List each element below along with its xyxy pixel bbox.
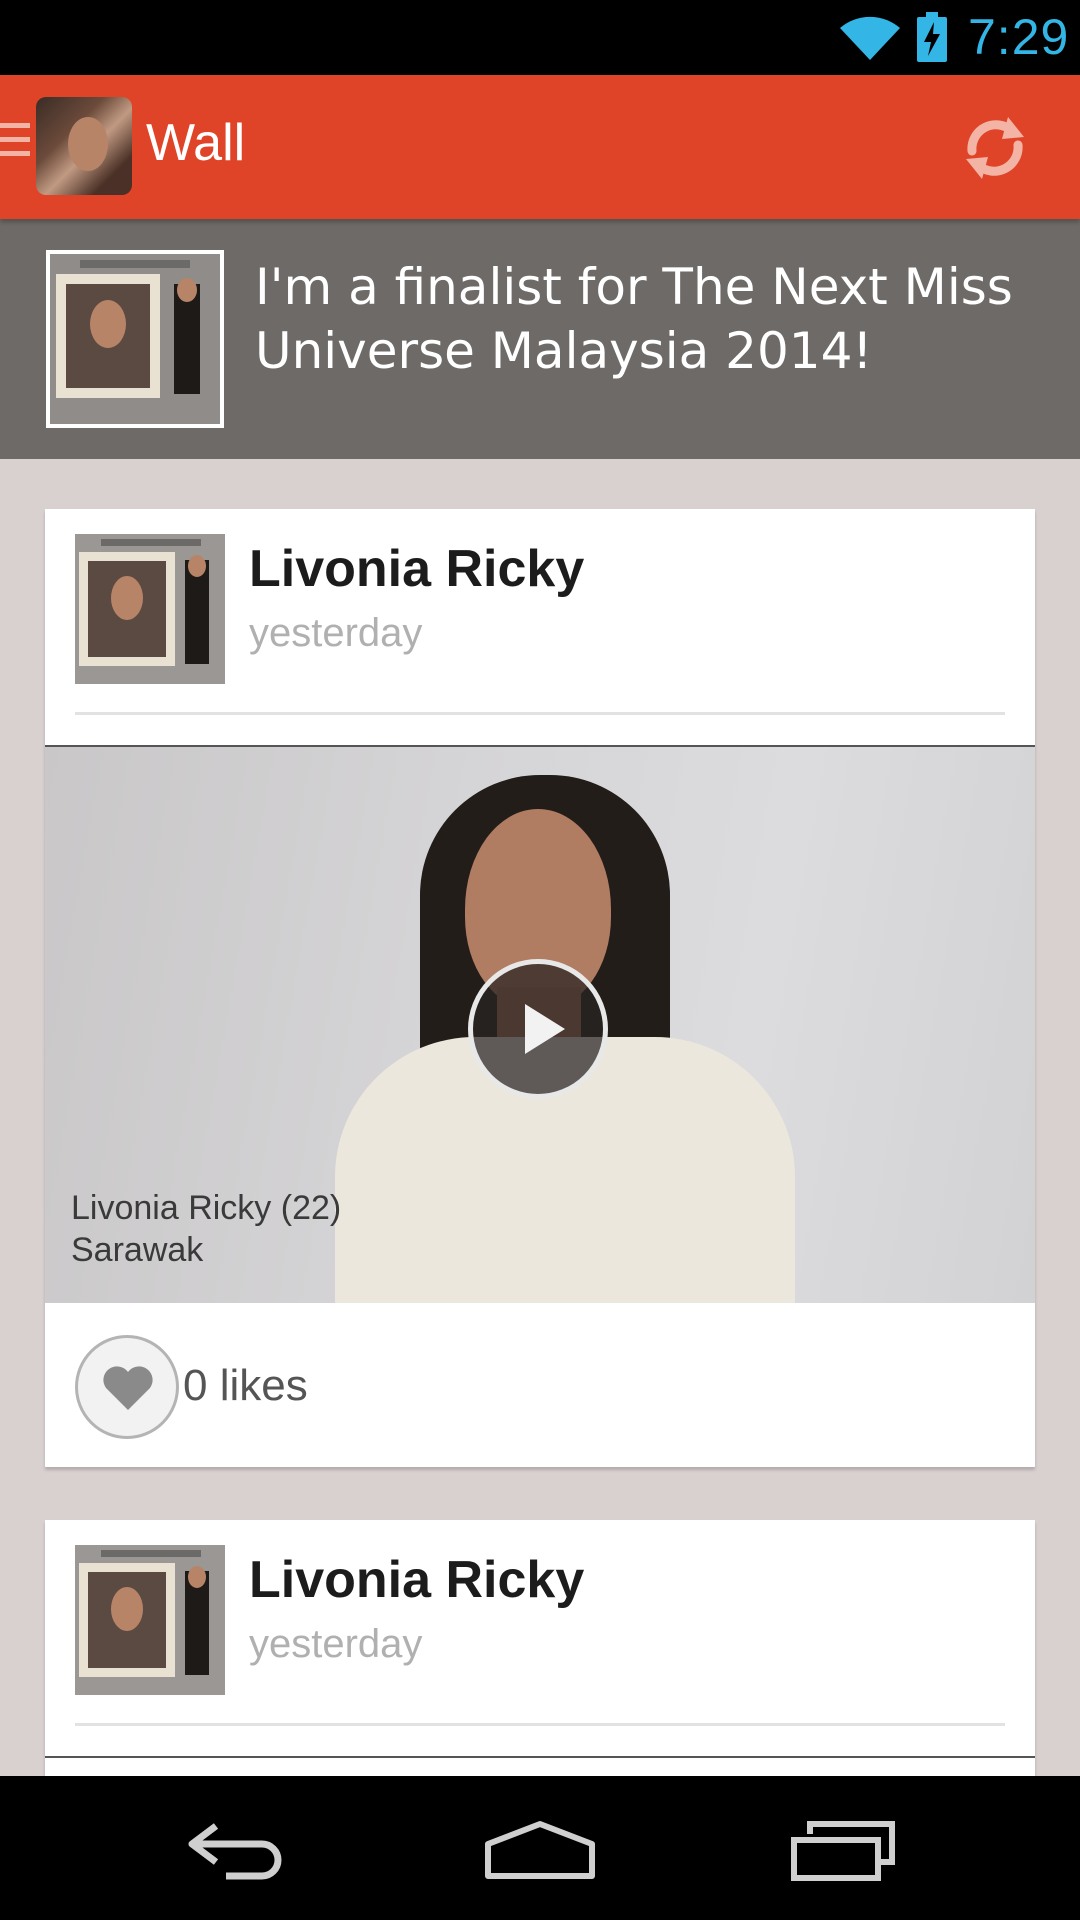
divider (45, 1756, 1035, 1758)
post-card: Livonia Ricky yesterday (45, 1520, 1035, 1776)
like-button[interactable] (75, 1335, 179, 1439)
app-avatar[interactable] (36, 97, 132, 195)
menu-icon[interactable] (0, 123, 32, 171)
like-count: 0 likes (183, 1361, 308, 1410)
author-name[interactable]: Livonia Ricky (249, 1550, 584, 1610)
post-header: Livonia Ricky yesterday (45, 1520, 1035, 1758)
home-icon[interactable] (484, 1820, 596, 1882)
wall-header: I'm a finalist for The Next Miss Univers… (0, 219, 1080, 459)
video-caption: Livonia Ricky (22) Sarawak (71, 1189, 342, 1269)
action-bar: Wall (0, 75, 1080, 219)
video-thumbnail[interactable]: Livonia Ricky (22) Sarawak (45, 747, 1035, 1303)
author-name[interactable]: Livonia Ricky (249, 539, 584, 599)
post-actions: 0 likes (45, 1303, 1035, 1467)
play-icon (525, 1004, 565, 1054)
post-header: Livonia Ricky yesterday (45, 509, 1035, 747)
status-bar: 7:29 (0, 0, 1080, 75)
feed[interactable]: Livonia Ricky yesterday Livonia Ricky (2… (0, 459, 1080, 1776)
wifi-icon (840, 16, 900, 60)
refresh-icon[interactable] (958, 111, 1032, 185)
heart-icon (103, 1366, 153, 1410)
battery-charging-icon (917, 12, 947, 62)
play-button[interactable] (468, 959, 608, 1099)
recent-apps-icon[interactable] (790, 1820, 896, 1882)
profile-thumbnail[interactable] (46, 250, 224, 428)
back-icon[interactable] (186, 1820, 292, 1882)
author-avatar[interactable] (75, 534, 225, 684)
divider (75, 712, 1005, 715)
status-time: 7:29 (968, 9, 1070, 65)
post-card: Livonia Ricky yesterday Livonia Ricky (2… (45, 509, 1035, 1467)
wall-description: I'm a finalist for The Next Miss Univers… (255, 258, 1013, 380)
post-time: yesterday (249, 611, 423, 655)
divider (75, 1723, 1005, 1726)
navigation-bar (0, 1776, 1080, 1920)
page-title: Wall (146, 114, 246, 172)
author-avatar[interactable] (75, 1545, 225, 1695)
post-time: yesterday (249, 1622, 423, 1666)
